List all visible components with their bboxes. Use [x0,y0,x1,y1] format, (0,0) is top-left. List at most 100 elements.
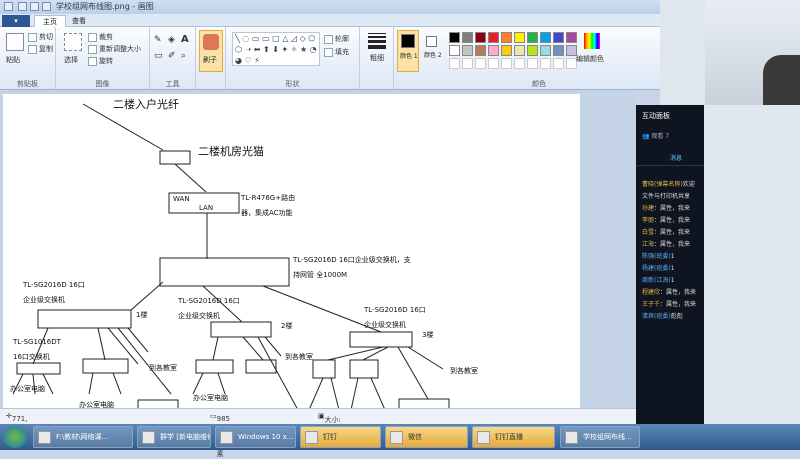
text-icon[interactable]: A [181,34,189,45]
brush-icon [203,34,219,50]
palette-swatch[interactable] [449,45,460,56]
palette-swatch-empty[interactable] [449,58,460,69]
palette-swatch[interactable] [527,45,538,56]
palette-swatch-empty[interactable] [527,58,538,69]
crop-icon [88,32,97,42]
taskbar-item[interactable]: 学校组网布线... [560,426,640,448]
palette-swatch[interactable] [566,32,577,43]
paste-button[interactable]: 粘贴 [6,55,20,65]
taskbar-item[interactable]: 群学 [新电脑维修... [137,426,211,448]
chat-text: 彪彪 [670,313,683,320]
taskbar-item[interactable]: 微信 [385,426,468,448]
color1-button[interactable]: 颜色 1 [397,30,419,72]
chat-author: 程建欣 [642,289,661,296]
core-switch-desc-line2: 持网管 全1000M [293,271,348,279]
edit-colors-icon[interactable] [584,33,600,49]
palette-swatch[interactable] [540,32,551,43]
save-icon[interactable] [18,2,27,11]
palette-swatch[interactable] [501,32,512,43]
magnifier-icon[interactable]: ⌕ [181,51,186,61]
palette-swatch-empty[interactable] [488,58,499,69]
palette-swatch-empty[interactable] [475,58,486,69]
paint-menu-button[interactable]: ▾ [2,15,30,27]
palette-swatch[interactable] [462,32,473,43]
crop-button[interactable]: 裁剪 [88,32,113,42]
palette-swatch[interactable] [462,45,473,56]
chat-text: 文件与打印机共享 [642,193,691,200]
color2-swatch [426,36,437,47]
tab-view[interactable]: 查看 [64,15,94,27]
palette-swatch[interactable] [475,32,486,43]
chat-text: ：属性，我来 [660,301,697,308]
undo-icon[interactable] [30,2,39,11]
image-caption: 图像 [95,80,110,88]
palette-swatch[interactable] [527,32,538,43]
pencil-icon[interactable]: ✎ [154,35,162,45]
chat-text: 1 [670,277,675,284]
shapes-gallery[interactable]: ╲ ◌ ▭ ▭ ▢ △ ◿ ◇ ⬠ ⬡ ➝ ⬅ ⬆ ⬇ ✦ ✧ ★ ◔ ◕ ♡ … [232,32,320,66]
paint-app-icon[interactable] [4,2,13,11]
cut-button[interactable]: 剪切 [28,32,53,42]
floor1-label: 1楼 [136,311,148,319]
tab-home[interactable]: 主页 [34,15,66,27]
palette-swatch[interactable] [475,45,486,56]
palette-swatch[interactable] [553,45,564,56]
floor3-switch-label-line2: 企业级交换机 [364,321,406,329]
palette-swatch[interactable] [514,32,525,43]
taskbar-item-label: 钉钉直播 [495,433,523,441]
fill-button[interactable]: 填充 [324,47,349,57]
taskbar-item[interactable]: 钉钉 [300,426,381,448]
drawing-canvas[interactable]: 二楼入户光纤 二楼机房光猫 WAN LAN TL-R476G+路由 器，集成AC… [3,94,580,410]
taskbar-item[interactable]: 钉钉直播 [472,426,555,448]
color2-button[interactable]: 颜色 2 [422,30,444,72]
resize-button[interactable]: 重新调整大小 [88,44,141,54]
floor1-classroom-label: 到各教室 [149,364,177,372]
palette-swatch[interactable] [501,45,512,56]
brush-button[interactable]: 刷子 [199,30,223,72]
fill-icon[interactable]: ◈ [168,35,175,45]
tab-messages[interactable]: 消息 [670,153,682,162]
panel-divider [636,165,704,166]
rotate-button[interactable]: 旋转 [88,56,113,66]
chat-message: 白雪：属性，我来 [642,227,704,239]
palette-swatch-empty[interactable] [514,58,525,69]
select-button[interactable]: 选择 [64,55,78,65]
palette-swatch[interactable] [514,45,525,56]
taskbar-item-label: F:\教材\网络课... [56,433,109,441]
chat-author: 杨建(班委) [642,265,671,272]
palette-swatch-empty[interactable] [501,58,512,69]
floor2-switch-box [210,321,272,338]
select-icon[interactable] [64,33,82,51]
floor3-pc-box [312,359,336,379]
palette-swatch[interactable] [488,32,499,43]
palette-swatch-empty[interactable] [540,58,551,69]
copy-button[interactable]: 复制 [28,44,53,54]
taskbar-item[interactable]: F:\教材\网络课... [33,426,133,448]
palette-swatch-empty[interactable] [553,58,564,69]
app-icon [305,431,318,444]
eraser-icon[interactable]: ▭ [154,51,163,61]
floor1-pc-box [82,358,129,374]
size-button[interactable]: 粗细 [370,53,384,63]
edit-colors-button[interactable]: 编辑颜色 [576,54,604,64]
palette-swatch[interactable] [553,32,564,43]
chat-message: 曹晓(弹幕名称)欢迎 [642,179,704,191]
taskbar-item-label: 微信 [408,433,422,441]
outline-button[interactable]: 轮廓 [324,34,349,44]
chat-message: 文件与打印机共享 [642,191,704,203]
redo-icon[interactable] [42,2,51,11]
paste-icon[interactable] [6,33,24,51]
palette-swatch[interactable] [488,45,499,56]
start-button[interactable] [3,426,27,448]
chat-message: 李丽：属性，我来 [642,215,704,227]
taskbar-item[interactable]: Windows 10 x... [215,426,296,448]
palette-swatch-empty[interactable] [462,58,473,69]
line-width-icon[interactable] [368,33,386,49]
color-picker-icon[interactable]: ✐ [168,51,176,61]
sub-switch-label-line2: 16口交换机 [13,353,50,361]
wan-port-label: WAN [173,195,190,203]
palette-swatch[interactable] [449,32,460,43]
window-title: 学校组网布线图.png - 画图 [56,2,154,11]
palette-swatch[interactable] [540,45,551,56]
chat-author: 周新(江海) [642,277,671,284]
